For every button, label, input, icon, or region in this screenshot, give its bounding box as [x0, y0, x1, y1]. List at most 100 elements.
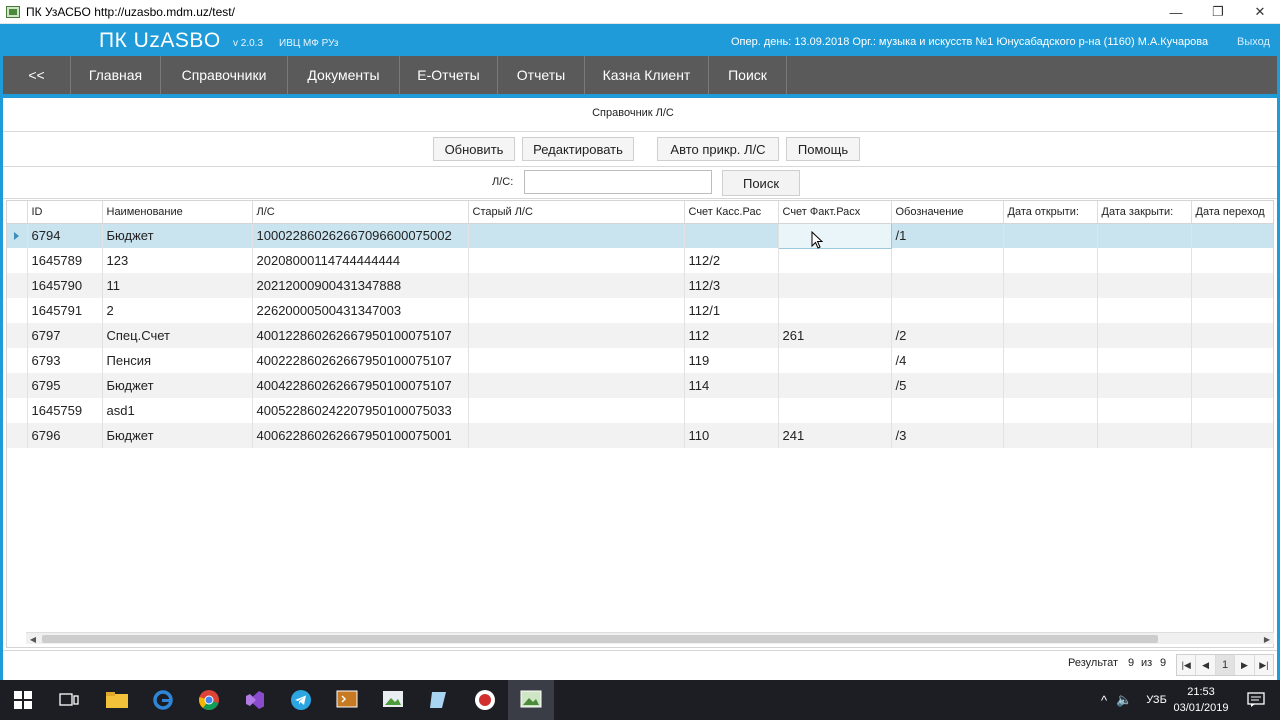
taskbar-app-window[interactable] [324, 680, 370, 720]
column-header[interactable]: Старый Л/С [468, 201, 685, 224]
taskbar-visual-studio[interactable] [232, 680, 278, 720]
cell[interactable]: /3 [891, 423, 1004, 448]
cell[interactable]: 11 [102, 273, 253, 298]
cell[interactable]: /1 [891, 223, 1004, 248]
search-button[interactable]: Поиск [722, 170, 800, 196]
minimize-button[interactable]: — [1156, 0, 1196, 24]
cell[interactable]: 119 [684, 348, 779, 373]
language-indicator[interactable]: УЗБ [1146, 694, 1167, 706]
current-page[interactable]: 1 [1215, 655, 1236, 675]
nav-references[interactable]: Справочники [161, 56, 288, 94]
cell[interactable]: 20208000114744444444 [252, 248, 469, 273]
cell[interactable]: 400622860262667950100075001 [252, 423, 469, 448]
cell[interactable] [684, 398, 779, 423]
cell[interactable] [1097, 223, 1192, 248]
cell[interactable] [468, 348, 685, 373]
cell[interactable]: 6794 [27, 223, 103, 248]
close-button[interactable]: ✕ [1240, 0, 1280, 24]
column-header[interactable]: Наименование [102, 201, 253, 224]
cell[interactable] [1097, 298, 1192, 323]
chevron-up-icon[interactable]: ^ [1094, 693, 1114, 708]
cell[interactable] [1097, 323, 1192, 348]
cell[interactable]: 261 [778, 323, 892, 348]
cell[interactable] [778, 298, 892, 323]
cell[interactable]: 6795 [27, 373, 103, 398]
cell[interactable] [468, 373, 685, 398]
table-row[interactable]: 6793 Пенсия 400222860262667950100075107 … [7, 348, 1273, 373]
cell[interactable]: 114 [684, 373, 779, 398]
cell[interactable] [1191, 423, 1273, 448]
table-row[interactable]: 1645759 asd1 400522860242207950100075033 [7, 398, 1273, 423]
cell[interactable]: 400222860262667950100075107 [252, 348, 469, 373]
taskbar-telegram[interactable] [278, 680, 324, 720]
cell[interactable]: Бюджет [102, 423, 253, 448]
notifications-button[interactable] [1236, 680, 1276, 720]
table-row[interactable]: 6794 Бюджет 100022860262667096600075002 … [7, 222, 1273, 249]
cell[interactable] [468, 298, 685, 323]
cell[interactable]: Бюджет [102, 223, 253, 248]
table-row[interactable]: 6796 Бюджет 400622860262667950100075001 … [7, 423, 1273, 448]
cell[interactable]: 100022860262667096600075002 [252, 223, 469, 248]
cell[interactable] [1097, 273, 1192, 298]
cell[interactable] [1003, 223, 1098, 248]
taskbar-notepad[interactable] [416, 680, 462, 720]
cell[interactable] [1191, 223, 1273, 248]
cell[interactable] [891, 398, 1004, 423]
cell[interactable]: 20212000900431347888 [252, 273, 469, 298]
refresh-button[interactable]: Обновить [433, 137, 515, 161]
column-header[interactable]: Обозначение [891, 201, 1004, 224]
scroll-left-icon[interactable]: ◀ [26, 633, 40, 645]
nav-reports[interactable]: Отчеты [498, 56, 585, 94]
taskbar-active-app[interactable] [508, 680, 554, 720]
active-cell[interactable] [777, 222, 892, 249]
auto-attach-button[interactable]: Авто прикр. Л/С [657, 137, 779, 161]
nav-e-reports[interactable]: Е-Отчеты [400, 56, 498, 94]
scroll-right-icon[interactable]: ▶ [1260, 633, 1274, 645]
cell[interactable]: Пенсия [102, 348, 253, 373]
cell[interactable] [891, 248, 1004, 273]
cell[interactable] [891, 273, 1004, 298]
cell[interactable] [1003, 348, 1098, 373]
cell[interactable] [684, 223, 779, 248]
cell[interactable] [1191, 323, 1273, 348]
cell[interactable] [1191, 248, 1273, 273]
prev-page-icon[interactable]: ◀ [1196, 655, 1216, 675]
taskbar-image-viewer[interactable] [370, 680, 416, 720]
taskbar-file-explorer[interactable] [94, 680, 140, 720]
cell[interactable]: 6796 [27, 423, 103, 448]
cell[interactable] [891, 298, 1004, 323]
cell[interactable] [778, 273, 892, 298]
taskbar-edge[interactable] [140, 680, 186, 720]
table-row[interactable]: 6797 Спец.Счет 4001228602626679501000751… [7, 323, 1273, 348]
cell[interactable]: Спец.Счет [102, 323, 253, 348]
start-button[interactable] [0, 680, 46, 720]
column-header[interactable]: Счет Касс.Рас [684, 201, 779, 224]
cell[interactable]: 400422860262667950100075107 [252, 373, 469, 398]
cell[interactable]: asd1 [102, 398, 253, 423]
cell[interactable]: 400522860242207950100075033 [252, 398, 469, 423]
scrollbar-thumb[interactable] [42, 635, 1158, 643]
nav-home[interactable]: Главная [71, 56, 161, 94]
column-header[interactable]: Дата переход [1191, 201, 1273, 224]
cell[interactable] [468, 398, 685, 423]
cell[interactable]: 400122860262667950100075107 [252, 323, 469, 348]
edit-button[interactable]: Редактировать [522, 137, 634, 161]
first-page-icon[interactable]: |◀ [1177, 655, 1197, 675]
cell[interactable]: 112/1 [684, 298, 779, 323]
cell[interactable]: 1645789 [27, 248, 103, 273]
taskbar-recorder[interactable] [462, 680, 508, 720]
table-row[interactable]: 1645791 2 22620000500431347003 112/1 [7, 298, 1273, 323]
last-page-icon[interactable]: ▶| [1255, 655, 1273, 675]
cell[interactable] [468, 423, 685, 448]
taskbar-chrome[interactable] [186, 680, 232, 720]
cell[interactable]: 6793 [27, 348, 103, 373]
cell[interactable] [1003, 298, 1098, 323]
cell[interactable]: 6797 [27, 323, 103, 348]
cell[interactable] [1003, 248, 1098, 273]
exit-link[interactable]: Выход [1237, 36, 1270, 48]
cell[interactable]: Бюджет [102, 373, 253, 398]
help-button[interactable]: Помощь [786, 137, 860, 161]
cell[interactable] [468, 273, 685, 298]
cell[interactable]: 241 [778, 423, 892, 448]
table-row[interactable]: 1645789 123 20208000114744444444 112/2 [7, 248, 1273, 273]
